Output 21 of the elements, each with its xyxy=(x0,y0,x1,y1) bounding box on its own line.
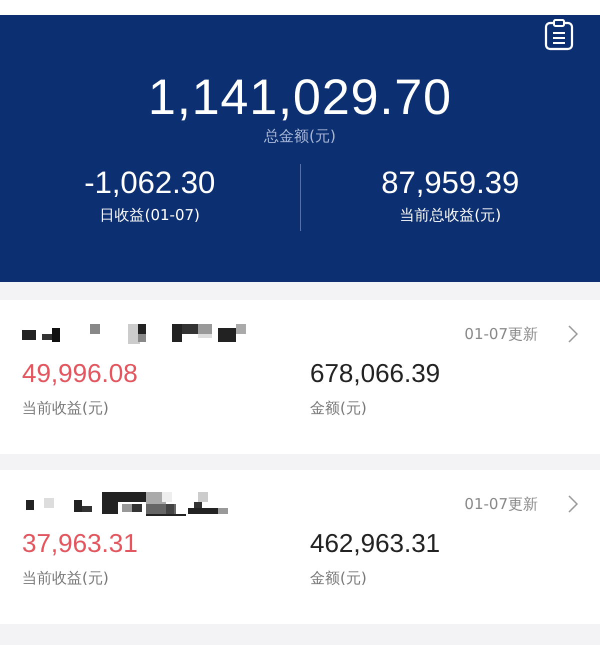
profit-value: 49,996.08 xyxy=(22,358,139,389)
stat-value: 87,959.39 xyxy=(381,164,520,202)
stat-label: 当前总收益(元) xyxy=(399,206,502,225)
amount-label: 金额(元) xyxy=(310,569,368,588)
fund-card[interactable]: 01-07更新 49,996.08 当前收益(元) 678,066.39 金额(元) xyxy=(0,300,600,454)
total-amount-label: 总金额(元) xyxy=(264,127,336,146)
fund-card[interactable]: 01-07更新 37,963.31 当前收益(元) 462,963.31 金额(元) xyxy=(0,470,600,624)
stat-value: -1,062.30 xyxy=(84,164,216,202)
amount-value: 678,066.39 xyxy=(310,358,442,389)
clipboard-icon[interactable] xyxy=(544,19,574,51)
chevron-right-icon[interactable] xyxy=(568,325,578,343)
amount-value: 462,963.31 xyxy=(310,528,442,559)
profit-value: 37,963.31 xyxy=(22,528,139,559)
profit-label: 当前收益(元) xyxy=(22,569,110,588)
stat-label: 日收益(01-07) xyxy=(100,206,200,225)
update-date: 01-07更新 xyxy=(464,494,538,514)
profit-label: 当前收益(元) xyxy=(22,399,110,418)
chevron-right-icon[interactable] xyxy=(568,495,578,513)
total-amount: 1,141,029.70 xyxy=(148,69,452,125)
amount-label: 金额(元) xyxy=(310,399,368,418)
update-date: 01-07更新 xyxy=(464,324,538,344)
